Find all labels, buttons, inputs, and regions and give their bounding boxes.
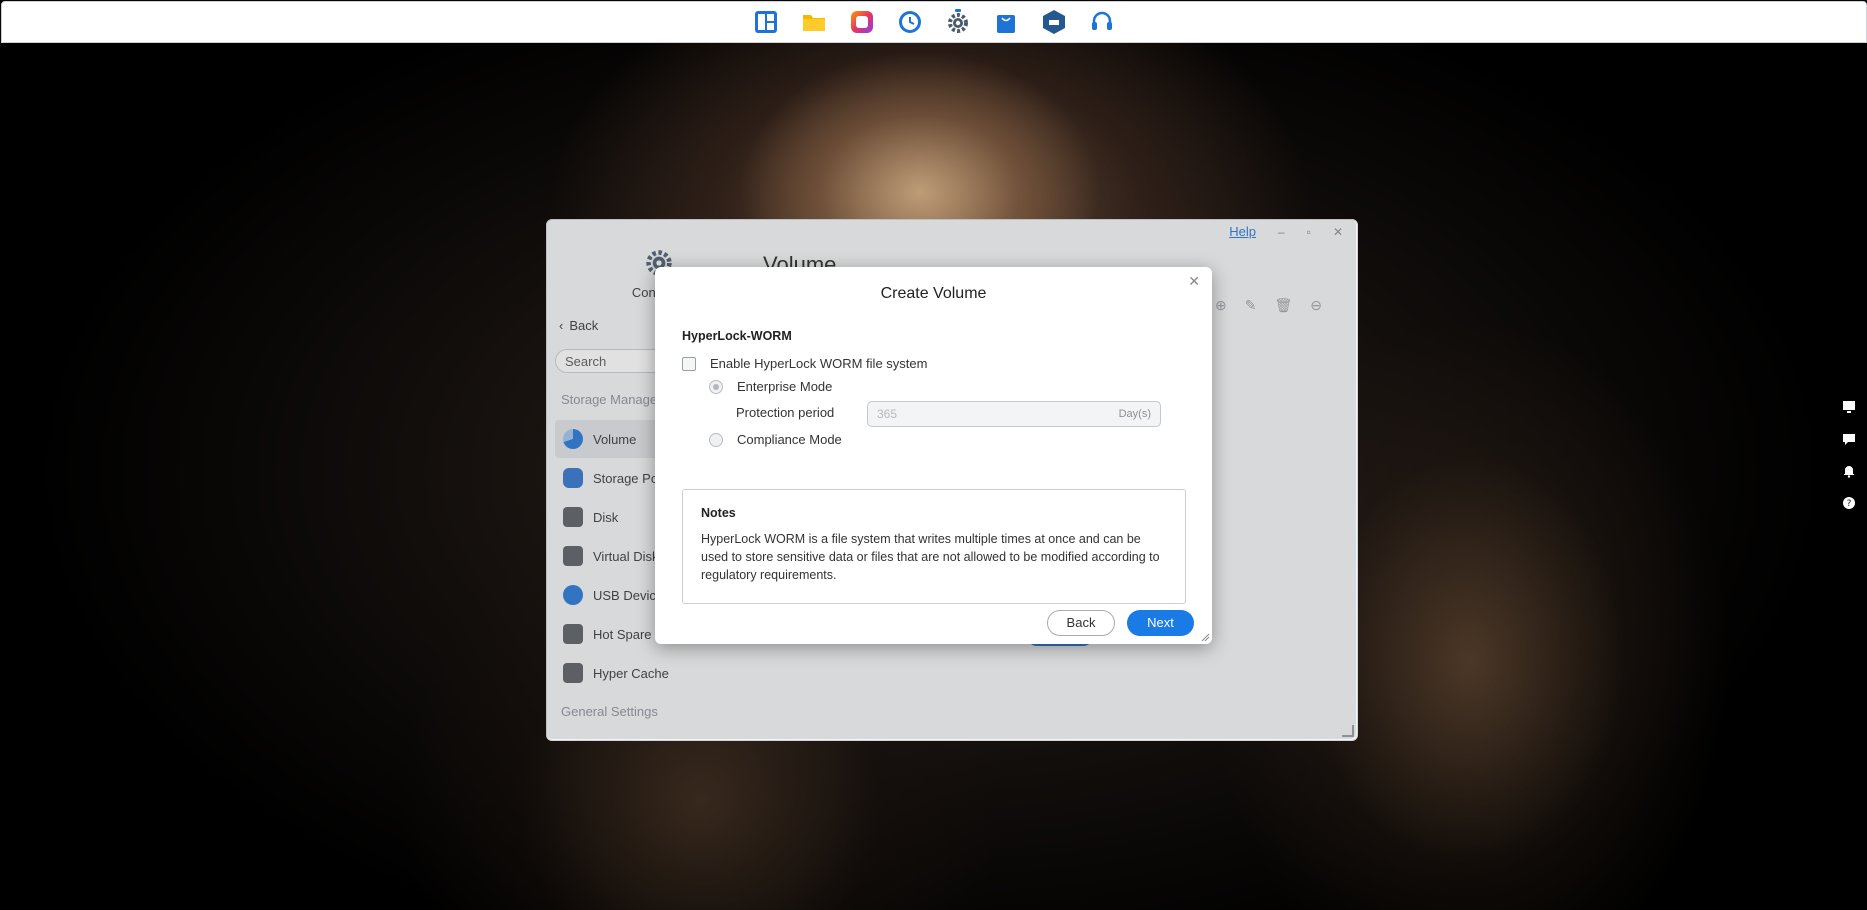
notes-text: HyperLock WORM is a file system that wri… xyxy=(701,532,1160,582)
enable-worm-label: Enable HyperLock WORM file system xyxy=(710,356,928,371)
protection-period-input[interactable]: 365 Day(s) xyxy=(867,401,1161,427)
edit-icon[interactable]: ✎ xyxy=(1245,297,1257,314)
monitor-icon[interactable] xyxy=(1840,398,1858,416)
photo-app-icon[interactable] xyxy=(848,8,876,36)
back-link[interactable]: ‹ Back xyxy=(559,318,598,333)
resize-grip-icon[interactable] xyxy=(1200,632,1210,642)
next-button[interactable]: Next xyxy=(1127,610,1194,636)
sidebar-item-label: Storage Po xyxy=(593,470,659,486)
usb-icon xyxy=(563,585,583,605)
volume-toolbar: ⊕ ✎ 🗑 ⊖ xyxy=(1215,297,1322,314)
compliance-mode-label: Compliance Mode xyxy=(737,432,842,447)
back-button[interactable]: Back xyxy=(1047,610,1115,636)
enable-worm-checkbox[interactable] xyxy=(682,356,696,371)
section-general-settings: General Settings xyxy=(561,704,658,719)
close-icon[interactable]: ✕ xyxy=(1333,225,1343,239)
svg-text:?: ? xyxy=(1847,499,1852,509)
notes-box: Notes HyperLock WORM is a file system th… xyxy=(682,489,1186,604)
resize-handle[interactable] xyxy=(1342,725,1354,737)
virtual-disk-icon xyxy=(563,546,583,566)
database-icon xyxy=(563,468,583,488)
protection-period-unit: Day(s) xyxy=(1118,408,1151,420)
enterprise-mode-label: Enterprise Mode xyxy=(737,379,833,394)
app-center-bag-icon[interactable] xyxy=(992,8,1020,36)
control-panel-gear-icon[interactable] xyxy=(944,8,972,36)
compliance-mode-row[interactable]: Compliance Mode xyxy=(709,432,842,447)
sidebar-item-hyper-cache[interactable]: Hyper Cache xyxy=(555,654,755,692)
minimize-icon[interactable]: – xyxy=(1278,225,1285,239)
hard-disk-icon xyxy=(563,507,583,527)
enable-worm-row[interactable]: Enable HyperLock WORM file system xyxy=(682,356,927,371)
help-link[interactable]: Help xyxy=(1229,224,1256,239)
chevron-left-icon: ‹ xyxy=(559,318,564,333)
sidebar-item-label: Disk xyxy=(593,509,619,525)
enterprise-mode-radio[interactable] xyxy=(709,379,723,394)
dashboard-icon[interactable] xyxy=(752,8,780,36)
back-label: Back xyxy=(569,318,599,333)
sidebar-item-label: Volume xyxy=(593,431,637,447)
help-circle-icon[interactable]: ? xyxy=(1840,494,1858,512)
protection-period-value: 365 xyxy=(877,407,898,421)
sidebar-item-label: Hot Spare xyxy=(593,626,652,642)
right-widget-bar: ? xyxy=(1840,398,1858,512)
create-volume-dialog: ✕ Create Volume HyperLock-WORM Enable Hy… xyxy=(655,267,1212,644)
more-icon[interactable]: ⊖ xyxy=(1310,297,1322,314)
chat-icon[interactable] xyxy=(1840,430,1858,448)
cache-icon xyxy=(563,663,583,683)
pie-chart-icon xyxy=(563,429,583,449)
add-icon[interactable]: ⊕ xyxy=(1215,297,1227,314)
sidebar-item-label: Virtual Disk xyxy=(593,548,659,564)
window-titlebar: Help – ▫ ✕ xyxy=(1229,224,1343,239)
compliance-mode-radio[interactable] xyxy=(709,432,723,447)
notes-title: Notes xyxy=(701,506,736,520)
protection-period-label: Protection period xyxy=(736,405,835,420)
enterprise-mode-row[interactable]: Enterprise Mode xyxy=(709,379,832,394)
delete-icon[interactable]: 🗑 xyxy=(1274,297,1292,314)
section-storage-manager: Storage Manage xyxy=(561,392,658,407)
section-title: HyperLock-WORM xyxy=(682,329,792,343)
notification-bell-icon[interactable] xyxy=(1840,462,1858,480)
dialog-title: Create Volume xyxy=(880,285,987,302)
taskbar xyxy=(1,1,1867,43)
container-icon[interactable] xyxy=(1040,8,1068,36)
maximize-icon[interactable]: ▫ xyxy=(1307,225,1311,239)
file-manager-icon[interactable] xyxy=(800,8,828,36)
backup-clock-icon[interactable] xyxy=(896,8,924,36)
sidebar-item-label: Hyper Cache xyxy=(593,665,669,681)
hot-spare-disk-icon xyxy=(563,624,583,644)
sidebar-item-label: USB Device xyxy=(593,587,664,603)
support-headset-icon[interactable] xyxy=(1088,8,1116,36)
